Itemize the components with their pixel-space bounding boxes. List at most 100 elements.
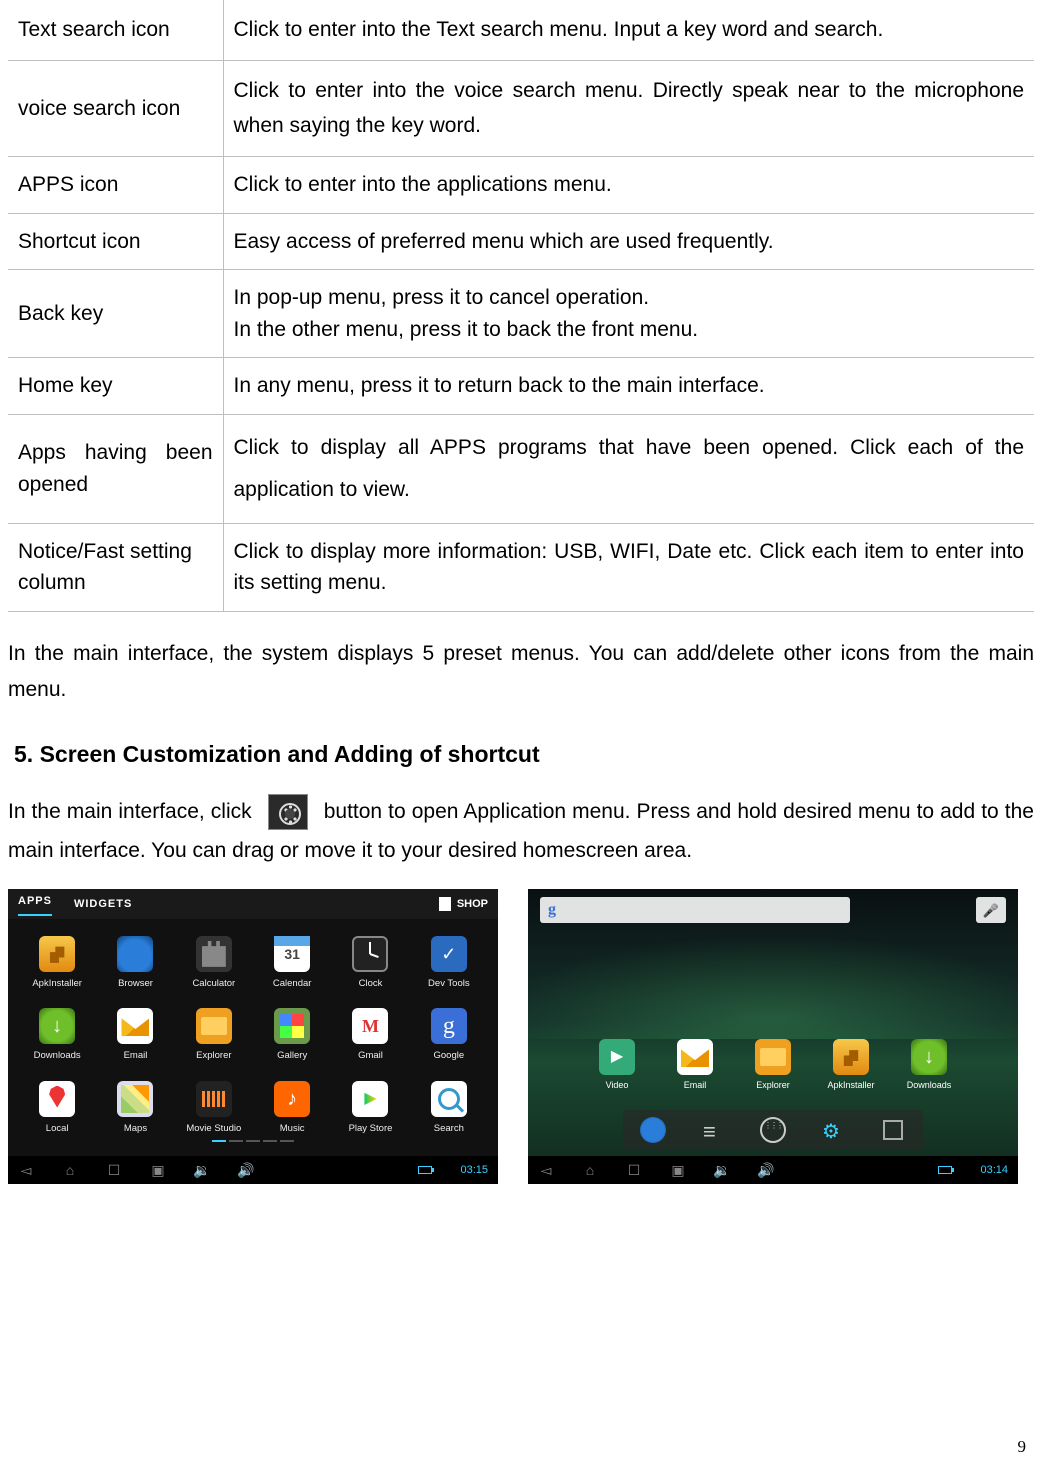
app-downloads[interactable]: Downloads [901, 1039, 957, 1093]
tab-widgets[interactable]: WIDGETS [74, 896, 132, 913]
search-icon [431, 1081, 467, 1117]
app-email[interactable]: Email [667, 1039, 723, 1093]
vol-down-icon[interactable]: 🔉 [714, 1162, 730, 1178]
email-icon [677, 1039, 713, 1075]
screenshot-icon[interactable]: ▣ [670, 1162, 686, 1178]
tab-apps[interactable]: APPS [18, 893, 52, 916]
playstore-icon [352, 1081, 388, 1117]
moviestudio-icon [196, 1081, 232, 1117]
calendar-icon [274, 936, 310, 972]
row-desc: Click to enter into the Text search menu… [223, 0, 1034, 60]
recent-icon[interactable]: ☐ [106, 1162, 122, 1178]
apkinstaller-icon [39, 936, 75, 972]
page-number: 9 [1018, 1434, 1027, 1460]
app-label: Search [434, 1123, 464, 1134]
dock-widget-icon[interactable] [880, 1117, 906, 1143]
screenshot-icon[interactable]: ▣ [150, 1162, 166, 1178]
gmail-icon [352, 1008, 388, 1044]
clock-time: 03:15 [460, 1162, 488, 1179]
battery-icon [418, 1166, 432, 1174]
app-label: Downloads [34, 1050, 81, 1061]
app-calendar[interactable]: Calendar [255, 936, 329, 991]
paragraph-main-interface: In the main interface, the system displa… [8, 636, 1034, 710]
app-gmail[interactable]: Gmail [333, 1008, 407, 1063]
app-label: Gallery [277, 1050, 307, 1061]
row-desc: Click to display more information: USB, … [223, 523, 1034, 611]
nav-bar: ◅ ⌂ ☐ ▣ 🔉 🔊 03:15 [8, 1156, 498, 1184]
row-desc: In any menu, press it to return back to … [223, 358, 1034, 415]
app-label: Calculator [192, 978, 235, 989]
apps-topbar: APPS WIDGETS SHOP [8, 889, 498, 919]
app-label: Music [280, 1123, 305, 1134]
apkinstaller-icon [833, 1039, 869, 1075]
dock [623, 1110, 923, 1150]
row-name: Shortcut icon [8, 213, 223, 270]
row-desc: Click to enter into the voice search men… [223, 60, 1034, 156]
app-search[interactable]: Search [412, 1081, 486, 1136]
app-browser[interactable]: Browser [98, 936, 172, 991]
app-google[interactable]: Google [412, 1008, 486, 1063]
app-label: Gmail [358, 1050, 383, 1061]
app-label: Email [684, 1080, 707, 1090]
app-label: Dev Tools [428, 978, 470, 989]
table-row: Shortcut icon Easy access of preferred m… [8, 213, 1034, 270]
app-apkinstaller[interactable]: ApkInstaller [20, 936, 94, 991]
table-row: Home key In any menu, press it to return… [8, 358, 1034, 415]
back-icon[interactable]: ◅ [18, 1162, 34, 1178]
shop-button[interactable]: SHOP [439, 896, 488, 913]
voice-search-button[interactable] [976, 897, 1006, 923]
app-moviestudio[interactable]: Movie Studio [177, 1081, 251, 1136]
music-icon [274, 1081, 310, 1117]
app-apkinstaller[interactable]: ApkInstaller [823, 1039, 879, 1093]
home-icon[interactable]: ⌂ [582, 1162, 598, 1178]
app-label: Local [46, 1123, 69, 1134]
app-calculator[interactable]: Calculator [177, 936, 251, 991]
table-row: Text search icon Click to enter into the… [8, 0, 1034, 60]
dock-settings-icon[interactable] [820, 1117, 846, 1143]
paragraph-customization: In the main interface, click button to o… [8, 792, 1034, 872]
app-label: Movie Studio [186, 1123, 241, 1134]
app-label: Explorer [756, 1080, 790, 1090]
home-icon[interactable]: ⌂ [62, 1162, 78, 1178]
table-row: APPS icon Click to enter into the applic… [8, 157, 1034, 214]
battery-icon [938, 1166, 952, 1174]
app-label: Video [606, 1080, 629, 1090]
app-gallery[interactable]: Gallery [255, 1008, 329, 1063]
row-desc: Easy access of preferred menu which are … [223, 213, 1034, 270]
downloads-icon [911, 1039, 947, 1075]
dock-menu-icon[interactable] [700, 1117, 726, 1143]
app-playstore[interactable]: Play Store [333, 1081, 407, 1136]
app-label: Calendar [273, 978, 312, 989]
app-explorer[interactable]: Explorer [745, 1039, 801, 1093]
vol-down-icon[interactable]: 🔉 [194, 1162, 210, 1178]
back-icon[interactable]: ◅ [538, 1162, 554, 1178]
search-bar[interactable]: g [540, 897, 850, 923]
row-desc-line2: In the other menu, press it to back the … [234, 318, 699, 341]
home-app-row: Video Email Explorer ApkInstaller Downlo… [528, 1039, 1018, 1093]
vol-up-icon[interactable]: 🔊 [758, 1162, 774, 1178]
table-row: Notice/Fast setting column Click to disp… [8, 523, 1034, 611]
downloads-icon [39, 1008, 75, 1044]
google-g-icon: g [548, 898, 556, 922]
screenshot-apps-menu: APPS WIDGETS SHOP ApkInstaller Browser C… [8, 889, 498, 1184]
dock-apps-icon[interactable] [760, 1117, 786, 1143]
app-clock[interactable]: Clock [333, 936, 407, 991]
vol-up-icon[interactable]: 🔊 [238, 1162, 254, 1178]
app-email[interactable]: Email [98, 1008, 172, 1063]
app-label: Maps [124, 1123, 147, 1134]
app-video[interactable]: Video [589, 1039, 645, 1093]
row-desc-line1: In pop-up menu, press it to cancel opera… [234, 286, 650, 309]
row-desc: Click to display all APPS programs that … [223, 414, 1034, 523]
app-devtools[interactable]: Dev Tools [412, 936, 486, 991]
row-name: voice search icon [8, 60, 223, 156]
app-maps[interactable]: Maps [98, 1081, 172, 1136]
dock-browser-icon[interactable] [640, 1117, 666, 1143]
email-icon [117, 1008, 153, 1044]
app-downloads[interactable]: Downloads [20, 1008, 94, 1063]
clock-time: 03:14 [980, 1162, 1008, 1179]
app-local[interactable]: Local [20, 1081, 94, 1136]
recent-icon[interactable]: ☐ [626, 1162, 642, 1178]
row-name: Home key [8, 358, 223, 415]
app-explorer[interactable]: Explorer [177, 1008, 251, 1063]
app-music[interactable]: Music [255, 1081, 329, 1136]
